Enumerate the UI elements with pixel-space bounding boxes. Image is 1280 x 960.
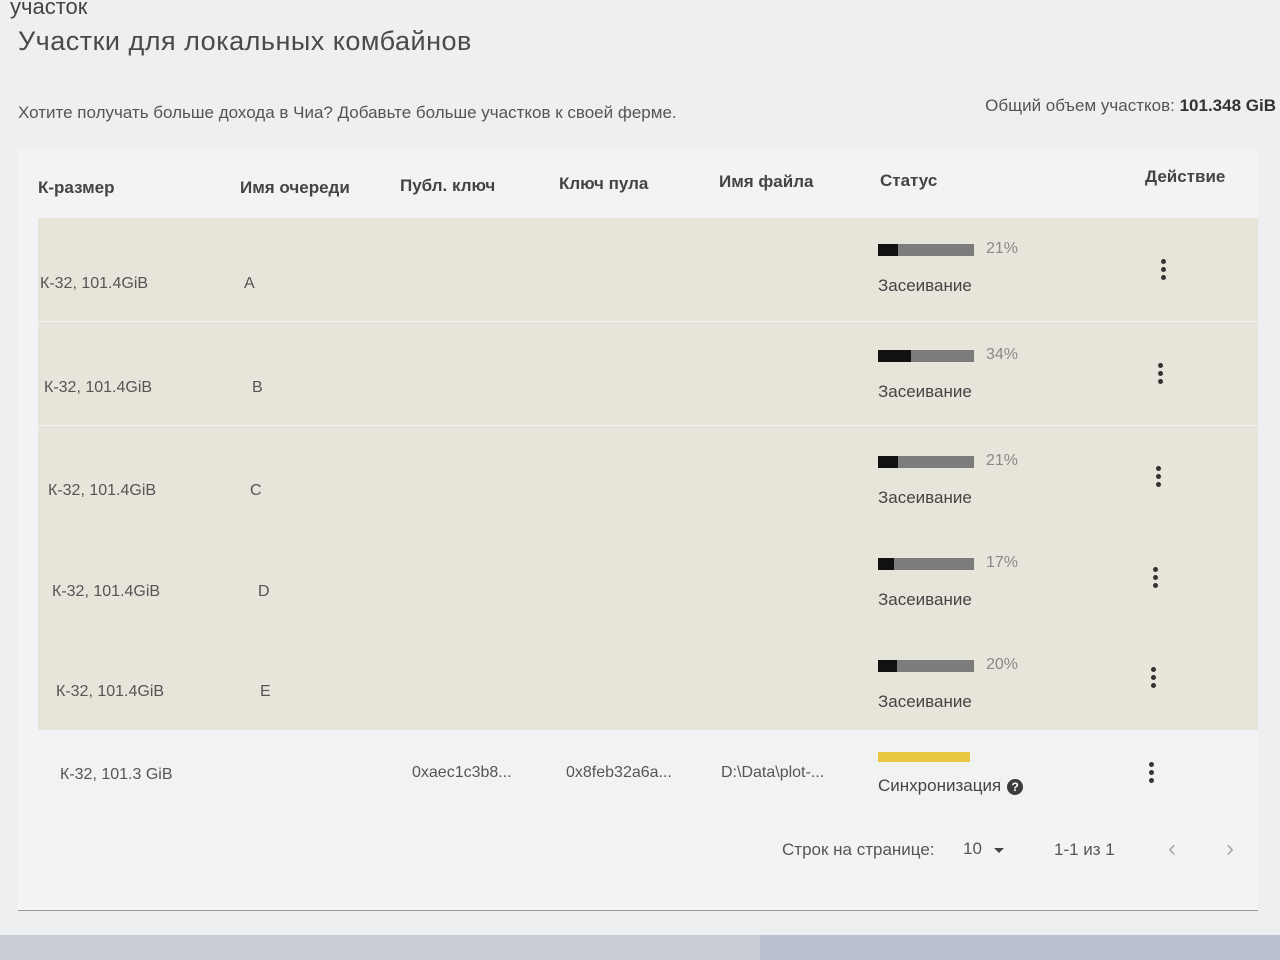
- status-text: Засеивание: [878, 382, 972, 401]
- table-row[interactable]: К-32, 101.4GiB B 34% Засеивание: [38, 322, 1258, 425]
- pagination-range: 1-1 из 1: [1054, 840, 1115, 859]
- cell-pool-key: 0x8feb32a6a...: [566, 764, 672, 781]
- cell-pub-key: 0xaec1c3b8...: [412, 764, 512, 781]
- header-status[interactable]: Статус: [880, 171, 937, 191]
- cell-k-size: К-32, 101.4GiB: [52, 583, 161, 600]
- taskbar-strip: [760, 935, 1280, 960]
- cell-queue: E: [260, 683, 271, 700]
- total-label: Общий объем участков:: [985, 96, 1175, 115]
- plotting-progress-bar: [878, 456, 974, 468]
- pagination: Строк на странице: 10 1-1 из 1 ‹ ›: [18, 835, 1258, 865]
- header-action: Действие: [1145, 167, 1226, 186]
- header-filename[interactable]: Имя файла: [719, 172, 813, 192]
- table-row-synced[interactable]: К-32, 101.3 GiB 0xaec1c3b8... 0x8feb32a6…: [38, 730, 1258, 835]
- cell-queue: B: [252, 379, 263, 396]
- header-k-size[interactable]: К-размер: [38, 178, 115, 198]
- status-text: Синхронизация?: [878, 776, 1024, 796]
- dropdown-caret-icon[interactable]: [994, 848, 1004, 853]
- progress-percent: 21%: [986, 240, 1019, 257]
- more-vert-icon[interactable]: [1149, 667, 1157, 693]
- page-title: Участки для локальных комбайнов: [18, 26, 472, 56]
- status-text: Засеивание: [878, 488, 972, 507]
- table-row[interactable]: К-32, 101.4GiB E 20% Засеивание: [38, 630, 1258, 733]
- table-row[interactable]: К-32, 101.4GiB A 21% Засеивание: [38, 218, 1258, 321]
- plotting-progress-bar: [878, 660, 974, 672]
- status-text: Засеивание: [878, 590, 972, 609]
- sync-progress-bar: [878, 752, 970, 762]
- progress-percent: 34%: [986, 346, 1019, 363]
- rows-per-page-select[interactable]: 10: [963, 839, 982, 859]
- rows-per-page-label: Строк на странице:: [782, 840, 935, 859]
- breadcrumb: участок: [10, 0, 88, 19]
- table-row[interactable]: К-32, 101.4GiB D 17% Засеивание: [38, 528, 1258, 631]
- progress-fill: [878, 456, 899, 468]
- plots-table-card: К-размер Имя очереди Публ. ключ Ключ пул…: [18, 150, 1258, 911]
- plotting-progress-bar: [878, 350, 974, 362]
- more-vert-icon[interactable]: [1147, 762, 1155, 788]
- cell-filename: D:\Data\plot-...: [721, 764, 825, 781]
- taskbar: [0, 935, 1280, 960]
- header-queue[interactable]: Имя очереди: [240, 178, 350, 198]
- cell-k-size: К-32, 101.4GiB: [48, 482, 157, 499]
- page-subtitle: Хотите получать больше дохода в Чиа? Доб…: [18, 103, 677, 122]
- progress-fill: [878, 558, 895, 570]
- progress-fill: [878, 660, 898, 672]
- total-value: 101.348 GiB: [1179, 96, 1276, 115]
- plots-window: участок Участки для локальных комбайнов …: [0, 0, 1280, 935]
- more-vert-icon[interactable]: [1156, 363, 1164, 389]
- status-text: Засеивание: [878, 276, 972, 295]
- more-vert-icon[interactable]: [1154, 466, 1162, 492]
- progress-fill: [878, 244, 899, 256]
- cell-k-size: К-32, 101.3 GiB: [60, 766, 173, 783]
- table-header: К-размер Имя очереди Публ. ключ Ключ пул…: [18, 150, 1258, 220]
- help-icon[interactable]: ?: [1007, 778, 1024, 795]
- next-page-button[interactable]: ›: [1226, 835, 1234, 863]
- progress-percent: 21%: [986, 452, 1019, 469]
- more-vert-icon[interactable]: [1159, 259, 1167, 285]
- cell-queue: C: [250, 482, 262, 499]
- more-vert-icon[interactable]: [1151, 567, 1159, 593]
- prev-page-button[interactable]: ‹: [1168, 835, 1176, 863]
- cell-queue: D: [258, 583, 270, 600]
- total-plot-size: Общий объем участков: 101.348 GiB: [985, 96, 1276, 116]
- cell-k-size: К-32, 101.4GiB: [44, 379, 153, 396]
- plotting-progress-bar: [878, 244, 974, 256]
- cell-k-size: К-32, 101.4GiB: [56, 683, 165, 700]
- progress-percent: 17%: [986, 554, 1019, 571]
- progress-percent: 20%: [986, 656, 1019, 673]
- table-row[interactable]: К-32, 101.4GiB C 21% Засеивание: [38, 426, 1258, 529]
- status-label: Синхронизация: [878, 776, 1002, 795]
- progress-fill: [878, 350, 911, 362]
- status-text: Засеивание: [878, 692, 972, 711]
- cell-queue: A: [244, 275, 255, 292]
- plotting-progress-bar: [878, 558, 974, 570]
- header-pool-key[interactable]: Ключ пула: [559, 174, 648, 194]
- cell-k-size: К-32, 101.4GiB: [40, 275, 149, 292]
- header-pub-key[interactable]: Публ. ключ: [400, 176, 495, 196]
